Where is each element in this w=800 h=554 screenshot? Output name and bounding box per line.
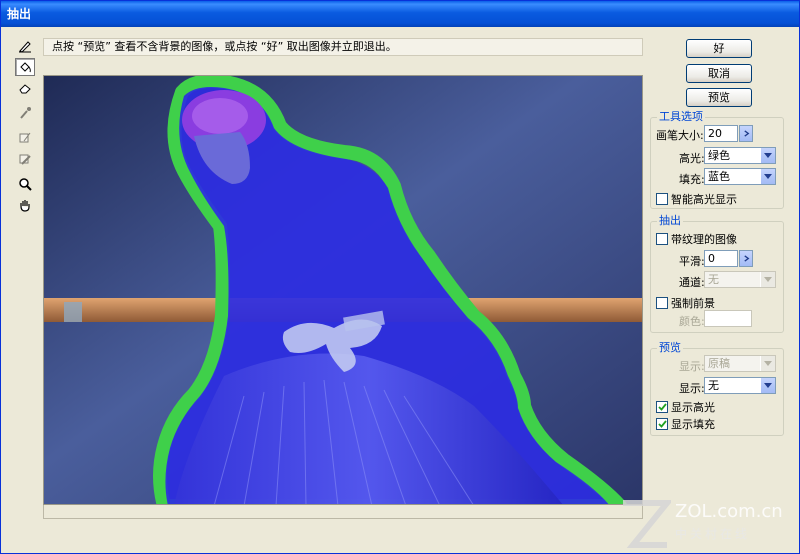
channel-value: 无 bbox=[708, 273, 719, 286]
display-label: 显示: bbox=[679, 382, 705, 395]
zoom-icon[interactable] bbox=[15, 175, 35, 193]
fill-select[interactable]: 蓝色 bbox=[704, 168, 776, 185]
show-fill-label: 显示填充 bbox=[671, 418, 715, 431]
cleanup-icon[interactable] bbox=[15, 129, 35, 147]
image-preview-canvas[interactable] bbox=[43, 75, 643, 505]
show-fill-checkbox[interactable]: 显示填充 bbox=[656, 416, 715, 432]
cancel-button[interactable]: 取消 bbox=[686, 64, 752, 83]
watermark-subtitle: 中关村在线 bbox=[675, 527, 751, 541]
smart-highlight-label: 智能高光显示 bbox=[671, 193, 737, 206]
extraction-title: 抽出 bbox=[657, 214, 683, 227]
textured-image-checkbox[interactable]: 带纹理的图像 bbox=[656, 231, 737, 247]
force-foreground-checkbox[interactable]: 强制前景 bbox=[656, 295, 715, 311]
smooth-slider-button[interactable] bbox=[739, 250, 753, 267]
chevron-down-icon bbox=[760, 356, 775, 371]
zol-watermark: ZOL.com.cn 中关村在线 bbox=[619, 495, 797, 553]
checkbox-box[interactable] bbox=[656, 401, 668, 413]
tool-palette bbox=[15, 37, 37, 217]
show-label: 显示: bbox=[679, 360, 705, 373]
chevron-down-icon bbox=[760, 272, 775, 287]
extract-dialog: 抽出 点按 “预览” 查看不含背景的图像，或点按 “好” 取出图像并立即退出。 … bbox=[0, 0, 800, 554]
channel-select[interactable]: 无 bbox=[704, 271, 776, 288]
color-label: 颜色: bbox=[679, 315, 705, 328]
fill-value: 蓝色 bbox=[708, 170, 730, 183]
edge-touchup-icon[interactable] bbox=[15, 150, 35, 168]
highlight-label: 高光: bbox=[679, 152, 705, 165]
smooth-label: 平滑: bbox=[679, 255, 705, 268]
smart-highlight-checkbox[interactable]: 智能高光显示 bbox=[656, 191, 737, 207]
preview-group-title: 预览 bbox=[657, 341, 683, 354]
color-swatch[interactable] bbox=[704, 310, 752, 327]
highlight-value: 绿色 bbox=[708, 149, 730, 162]
eyedropper-icon[interactable] bbox=[15, 104, 35, 122]
tool-options-title: 工具选项 bbox=[657, 110, 705, 123]
smooth-input[interactable]: 0 bbox=[704, 250, 738, 267]
ok-button[interactable]: 好 bbox=[686, 39, 752, 58]
fill-bucket-icon[interactable] bbox=[15, 58, 35, 76]
checkbox-box[interactable] bbox=[656, 233, 668, 245]
eraser-icon[interactable] bbox=[15, 79, 35, 97]
chevron-down-icon bbox=[760, 148, 775, 163]
watermark-brand: ZOL.com.cn bbox=[675, 501, 783, 522]
show-highlight-label: 显示高光 bbox=[671, 401, 715, 414]
instruction-text: 点按 “预览” 查看不含背景的图像，或点按 “好” 取出图像并立即退出。 bbox=[43, 38, 643, 56]
hand-icon[interactable] bbox=[15, 196, 35, 214]
textured-image-label: 带纹理的图像 bbox=[671, 233, 737, 246]
display-value: 无 bbox=[708, 379, 719, 392]
show-value: 原稿 bbox=[708, 357, 730, 370]
edge-highlighter-icon[interactable] bbox=[15, 37, 35, 55]
brush-size-input[interactable]: 20 bbox=[704, 125, 738, 142]
brush-size-slider-button[interactable] bbox=[739, 125, 753, 142]
title-bar: 抽出 bbox=[1, 1, 799, 27]
highlight-select[interactable]: 绿色 bbox=[704, 147, 776, 164]
preview-button[interactable]: 预览 bbox=[686, 88, 752, 107]
show-highlight-checkbox[interactable]: 显示高光 bbox=[656, 399, 715, 415]
chevron-down-icon bbox=[760, 378, 775, 393]
brush-size-label: 画笔大小: bbox=[656, 129, 704, 142]
show-select[interactable]: 原稿 bbox=[704, 355, 776, 372]
channel-label: 通道: bbox=[679, 276, 705, 289]
fill-label: 填充: bbox=[679, 173, 705, 186]
chevron-down-icon bbox=[760, 169, 775, 184]
checkbox-box[interactable] bbox=[656, 297, 668, 309]
force-foreground-label: 强制前景 bbox=[671, 297, 715, 310]
checkbox-box[interactable] bbox=[656, 418, 668, 430]
checkbox-box[interactable] bbox=[656, 193, 668, 205]
display-select[interactable]: 无 bbox=[704, 377, 776, 394]
canvas-status-strip bbox=[43, 505, 643, 519]
